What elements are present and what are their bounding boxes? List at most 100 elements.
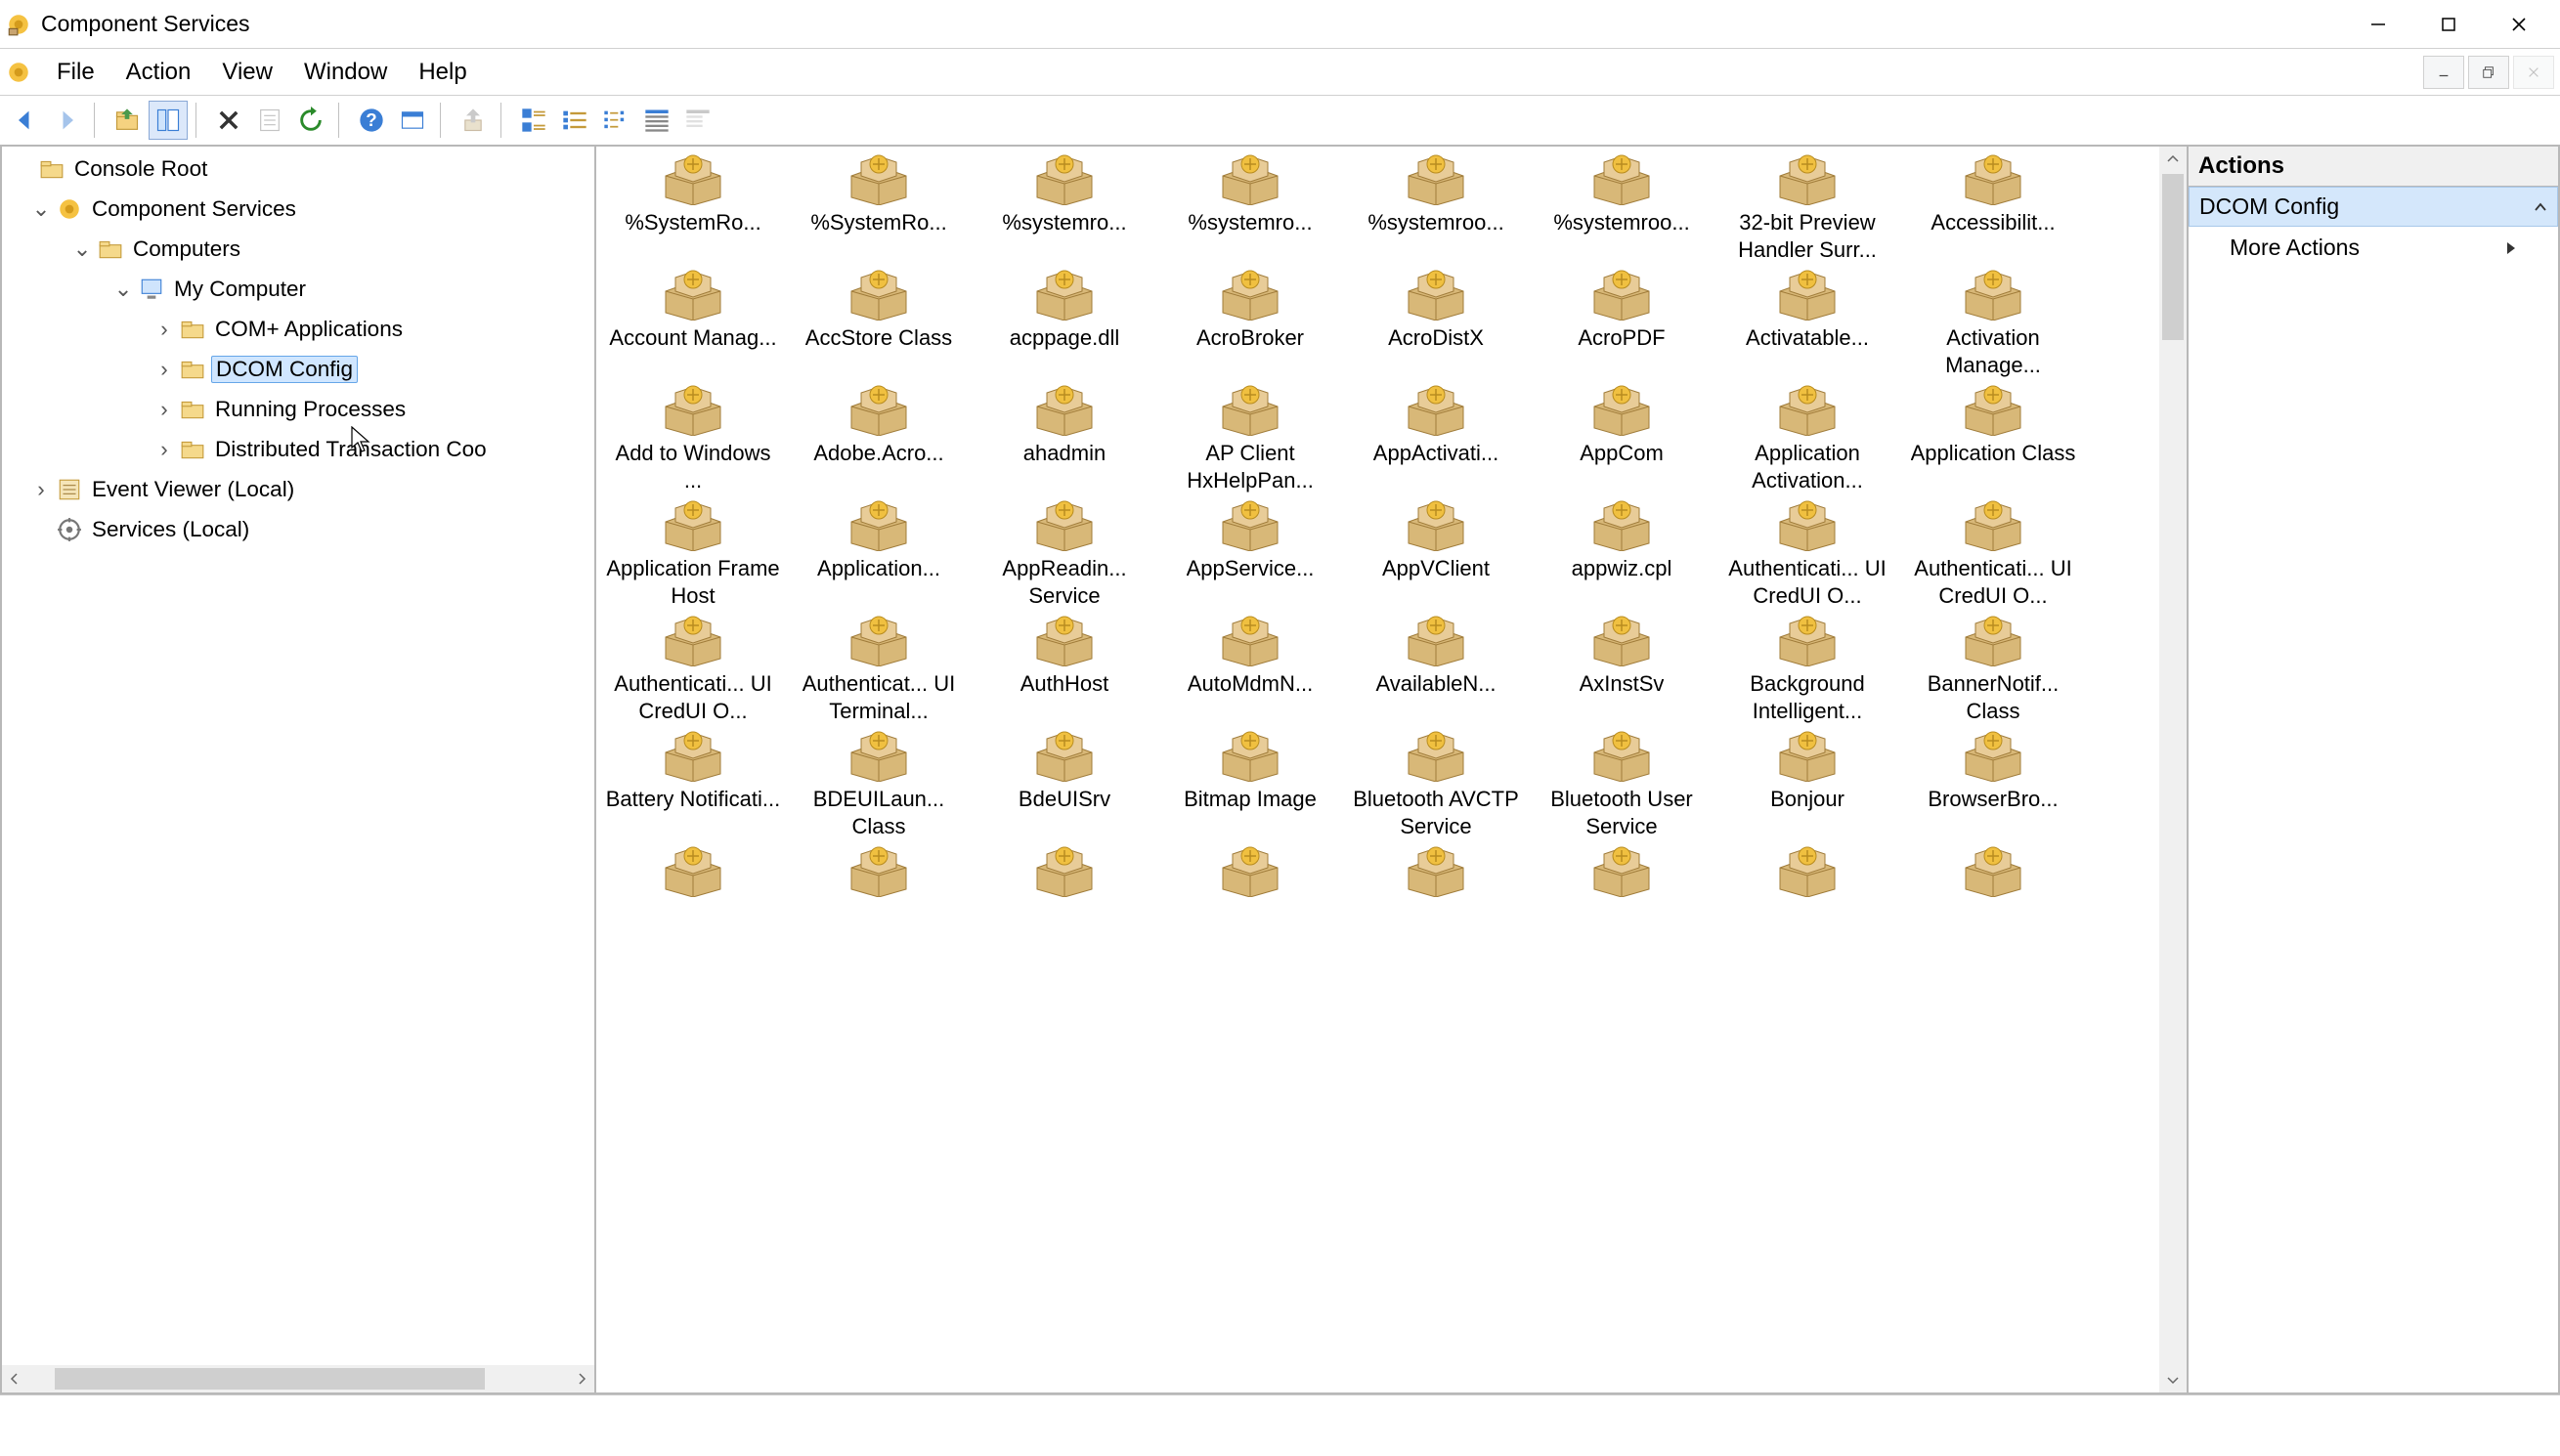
list-item[interactable] (602, 846, 784, 905)
list-item[interactable]: BrowserBro... (1902, 731, 2084, 840)
up-folder-button[interactable] (108, 101, 147, 140)
list-item[interactable]: AcroBroker (1159, 270, 1341, 379)
list-item[interactable] (974, 846, 1155, 905)
list-item[interactable]: %SystemRo... (602, 154, 784, 264)
menu-action[interactable]: Action (110, 55, 207, 90)
list-item[interactable]: Background Intelligent... (1716, 616, 1898, 725)
list-item[interactable]: BdeUISrv (974, 731, 1155, 840)
list-item[interactable] (1716, 846, 1898, 905)
list-item[interactable]: AppActivati... (1345, 385, 1527, 494)
list-item[interactable]: Bluetooth User Service (1531, 731, 1713, 840)
view-details-button[interactable] (637, 101, 676, 140)
window-maximize-button[interactable] (2413, 1, 2484, 48)
list-item[interactable]: Application Class (1902, 385, 2084, 494)
mdi-close-button[interactable] (2513, 56, 2554, 89)
collapse-icon[interactable]: ⌄ (109, 277, 137, 302)
mdi-minimize-button[interactable] (2423, 56, 2464, 89)
scrollbar-thumb[interactable] (55, 1368, 485, 1390)
list-item[interactable] (1902, 846, 2084, 905)
expand-icon[interactable]: › (27, 477, 55, 502)
view-status-button[interactable] (678, 101, 717, 140)
expand-icon[interactable]: › (151, 317, 178, 342)
menu-help[interactable]: Help (403, 55, 482, 90)
list-item[interactable]: Activation Manage... (1902, 270, 2084, 379)
view-large-icons-button[interactable] (514, 101, 553, 140)
list-item[interactable]: 32-bit Preview Handler Surr... (1716, 154, 1898, 264)
tree-com-applications[interactable]: › COM+ Applications (10, 309, 594, 349)
list-item[interactable]: Authenticati... UI CredUI O... (1902, 500, 2084, 610)
scroll-right-icon[interactable] (569, 1366, 594, 1392)
list-item[interactable]: Authenticati... UI CredUI O... (602, 616, 784, 725)
list-item[interactable]: AutoMdmN... (1159, 616, 1341, 725)
view-small-icons-button[interactable] (555, 101, 594, 140)
tree-dtc[interactable]: › Distributed Transaction Coo (10, 429, 594, 469)
list-item[interactable]: Application Frame Host (602, 500, 784, 610)
collapse-icon[interactable]: ⌄ (68, 236, 96, 262)
list-item[interactable]: appwiz.cpl (1531, 500, 1713, 610)
actions-selected[interactable]: DCOM Config (2189, 187, 2558, 227)
list-item[interactable]: BDEUILaun... Class (788, 731, 970, 840)
window-close-button[interactable] (2484, 1, 2554, 48)
window-minimize-button[interactable] (2343, 1, 2413, 48)
collapse-icon[interactable]: ⌄ (27, 196, 55, 222)
list-item[interactable]: AppReadin... Service (974, 500, 1155, 610)
list-item[interactable]: Application... (788, 500, 970, 610)
list-item[interactable]: AvailableN... (1345, 616, 1527, 725)
list-item[interactable]: %systemro... (1159, 154, 1341, 264)
list-item[interactable]: Authenticati... UI CredUI O... (1716, 500, 1898, 610)
tree-console-root[interactable]: Console Root (10, 149, 594, 189)
forward-button[interactable] (47, 101, 86, 140)
show-hide-tree-button[interactable] (149, 101, 188, 140)
list-item[interactable]: Bluetooth AVCTP Service (1345, 731, 1527, 840)
list-item[interactable]: Authenticat... UI Terminal... (788, 616, 970, 725)
scroll-up-icon[interactable] (2159, 147, 2187, 172)
list-item[interactable]: AppVClient (1345, 500, 1527, 610)
list-item[interactable] (788, 846, 970, 905)
tree-my-computer[interactable]: ⌄ My Computer (10, 269, 594, 309)
list-item[interactable]: %systemroo... (1531, 154, 1713, 264)
list-item[interactable]: AccStore Class (788, 270, 970, 379)
list-item[interactable]: Adobe.Acro... (788, 385, 970, 494)
help-button[interactable]: ? (352, 101, 391, 140)
list-item[interactable]: Application Activation... (1716, 385, 1898, 494)
view-list-button[interactable] (596, 101, 635, 140)
expand-icon[interactable]: › (151, 357, 178, 382)
tree-scrollbar-horizontal[interactable] (2, 1365, 594, 1392)
list-item[interactable] (1345, 846, 1527, 905)
list-item[interactable]: Bitmap Image (1159, 731, 1341, 840)
scroll-left-icon[interactable] (2, 1366, 27, 1392)
list-item[interactable]: AxInstSv (1531, 616, 1713, 725)
list-item[interactable]: AppCom (1531, 385, 1713, 494)
list-item[interactable]: acppage.dll (974, 270, 1155, 379)
list-item[interactable]: Bonjour (1716, 731, 1898, 840)
list-item[interactable]: AuthHost (974, 616, 1155, 725)
scrollbar-thumb[interactable] (2162, 174, 2184, 340)
tree-services[interactable]: Services (Local) (10, 509, 594, 549)
list-item[interactable]: Accessibilit... (1902, 154, 2084, 264)
list-item[interactable]: Account Manag... (602, 270, 784, 379)
list-item[interactable]: Add to Windows ... (602, 385, 784, 494)
new-window-button[interactable] (393, 101, 432, 140)
scroll-down-icon[interactable] (2159, 1367, 2187, 1392)
delete-button[interactable] (209, 101, 248, 140)
export-button[interactable] (454, 101, 493, 140)
actions-more[interactable]: More Actions (2189, 227, 2558, 269)
mdi-restore-button[interactable] (2468, 56, 2509, 89)
list-item[interactable]: %systemroo... (1345, 154, 1527, 264)
list-item[interactable] (1531, 846, 1713, 905)
back-button[interactable] (6, 101, 45, 140)
tree-event-viewer[interactable]: › Event Viewer (Local) (10, 469, 594, 509)
tree-running-processes[interactable]: › Running Processes (10, 389, 594, 429)
list-item[interactable]: AcroDistX (1345, 270, 1527, 379)
list-item[interactable]: ahadmin (974, 385, 1155, 494)
tree-dcom-config[interactable]: › DCOM Config (10, 349, 594, 389)
menu-view[interactable]: View (206, 55, 288, 90)
refresh-button[interactable] (291, 101, 330, 140)
list-item[interactable]: AppService... (1159, 500, 1341, 610)
list-item[interactable]: BannerNotif... Class (1902, 616, 2084, 725)
list-item[interactable]: Battery Notificati... (602, 731, 784, 840)
menu-file[interactable]: File (41, 55, 110, 90)
tree-computers[interactable]: ⌄ Computers (10, 229, 594, 269)
expand-icon[interactable]: › (151, 397, 178, 422)
content-scrollbar-vertical[interactable] (2159, 147, 2187, 1392)
